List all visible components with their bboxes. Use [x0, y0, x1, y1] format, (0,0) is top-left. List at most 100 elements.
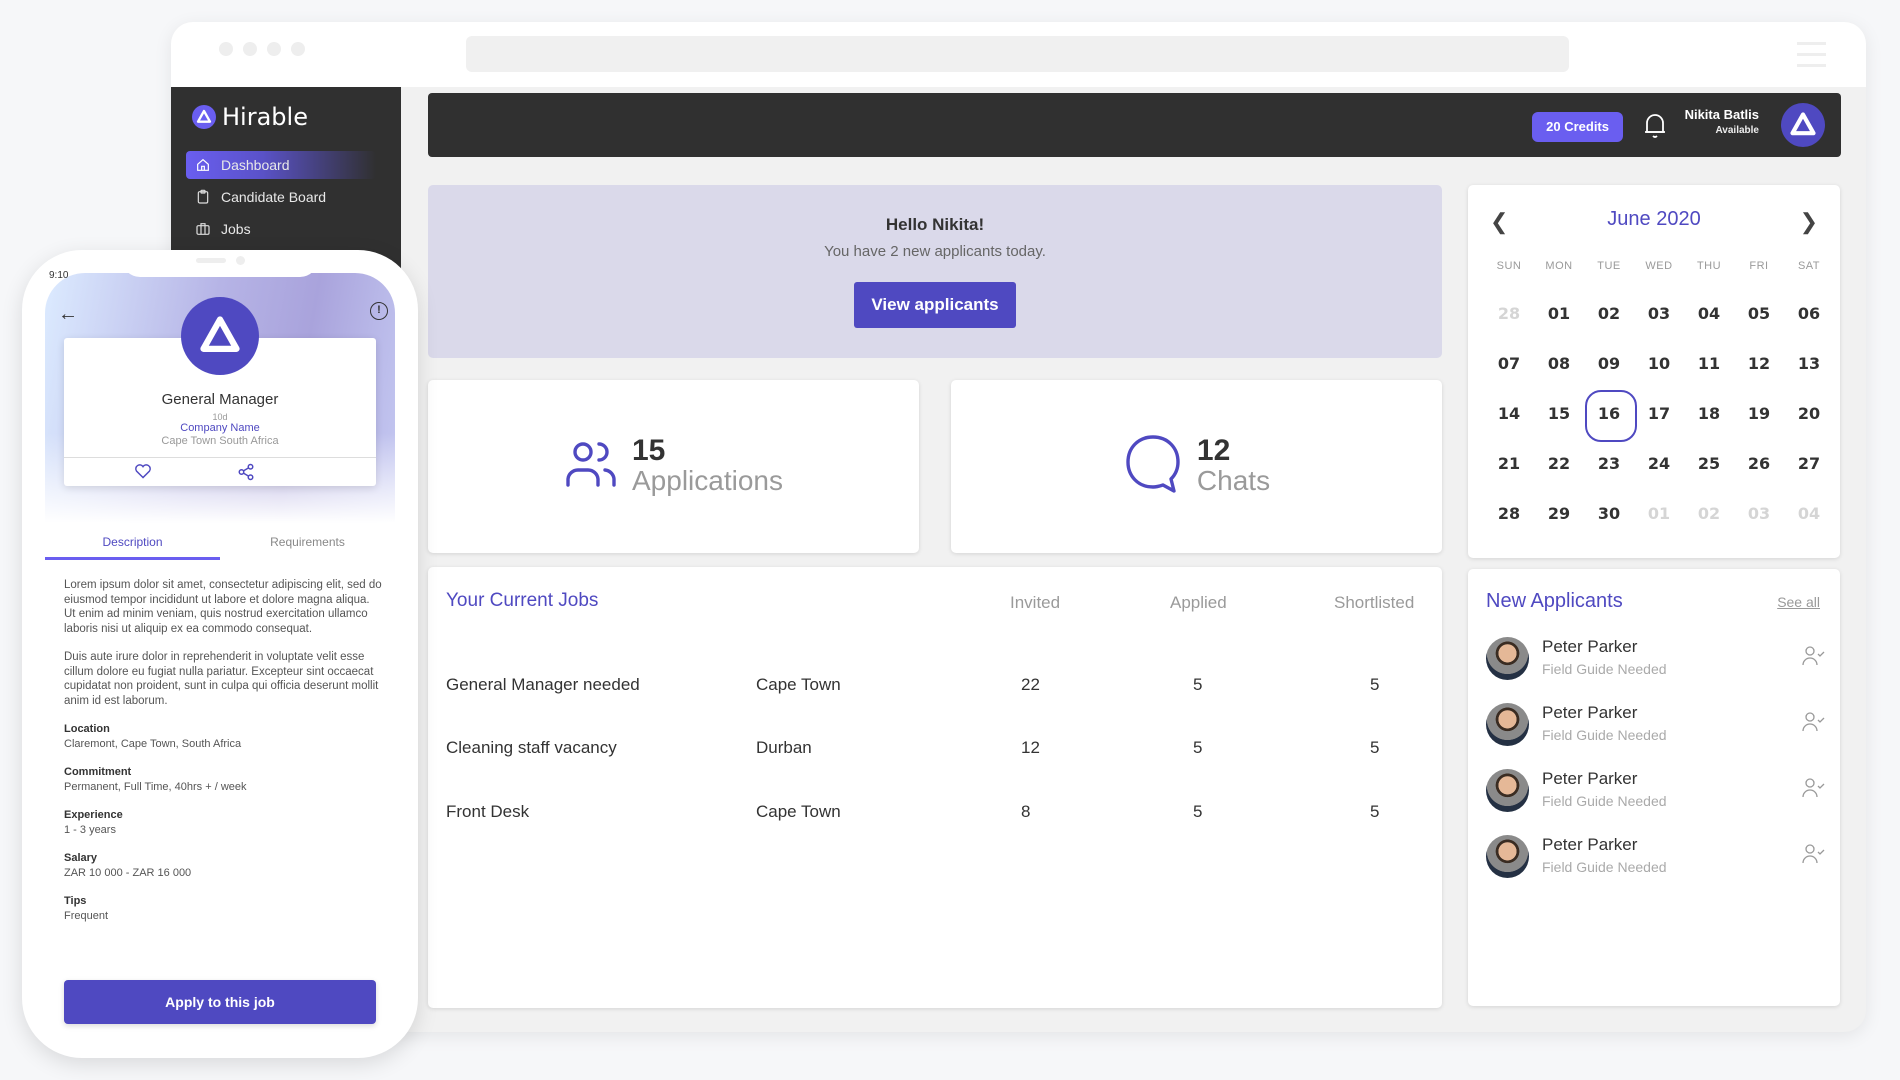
window-dot[interactable]	[267, 42, 281, 56]
job-location: Cape Town	[756, 802, 841, 821]
user-check-icon[interactable]	[1800, 843, 1826, 865]
calendar-day[interactable]: 27	[1784, 450, 1834, 500]
calendar-day[interactable]: 18	[1684, 400, 1734, 450]
job-row[interactable]: Front Desk Cape Town 8 5 5	[428, 802, 1442, 832]
mobile-mockup: 9:10 ← ! General Manager 10d Company Nam…	[22, 250, 418, 1058]
calendar-day[interactable]: 02	[1684, 500, 1734, 550]
current-jobs-card: Your Current Jobs Invited Applied Shortl…	[428, 567, 1442, 1008]
job-actions	[64, 457, 376, 486]
calendar-day[interactable]: 01	[1634, 500, 1684, 550]
calendar-day-selected[interactable]: 16	[1584, 390, 1637, 450]
user-check-icon[interactable]	[1800, 711, 1826, 733]
credits-button[interactable]: 20 Credits	[1532, 112, 1623, 142]
apply-button[interactable]: Apply to this job	[64, 980, 376, 1024]
calendar-day[interactable]: 20	[1784, 400, 1834, 450]
window-dot[interactable]	[243, 42, 257, 56]
description-paragraph: Lorem ipsum dolor sit amet, consectetur …	[64, 579, 382, 635]
applicant-item[interactable]: Peter Parker Field Guide Needed	[1486, 769, 1826, 819]
heart-icon[interactable]	[134, 463, 152, 484]
avatar[interactable]	[1781, 103, 1825, 147]
sidebar-item-jobs[interactable]: Jobs	[186, 215, 376, 243]
applicant-job: Field Guide Needed	[1542, 727, 1667, 743]
calendar-day[interactable]: 26	[1734, 450, 1784, 500]
calendar-day[interactable]: 24	[1634, 450, 1684, 500]
greeting-subtitle: You have 2 new applicants today.	[824, 243, 1046, 260]
chevron-right-icon[interactable]: ❯	[1800, 209, 1818, 235]
applicant-item[interactable]: Peter Parker Field Guide Needed	[1486, 637, 1826, 687]
calendar-day[interactable]: 12	[1734, 350, 1784, 400]
calendar-day[interactable]: 19	[1734, 400, 1784, 450]
tab-description[interactable]: Description	[45, 535, 220, 560]
calendar-day[interactable]: 06	[1784, 300, 1834, 350]
user-info[interactable]: Nikita Batlis Available	[1685, 107, 1759, 136]
users-icon	[564, 439, 618, 494]
column-header-invited: Invited	[1010, 593, 1061, 612]
calendar-day[interactable]: 25	[1684, 450, 1734, 500]
window-dot[interactable]	[219, 42, 233, 56]
sidebar-item-dashboard[interactable]: Dashboard	[186, 151, 376, 179]
chats-stat-card[interactable]: 12 Chats	[951, 380, 1442, 553]
calendar-day[interactable]: 10	[1634, 350, 1684, 400]
job-description: Lorem ipsum dolor sit amet, consectetur …	[64, 578, 384, 937]
job-title: General Manager needed	[446, 675, 640, 694]
company-name[interactable]: Company Name	[64, 422, 376, 434]
detail-label: Experience	[64, 809, 123, 821]
calendar-day[interactable]: 23	[1584, 450, 1634, 500]
calendar-day[interactable]: 01	[1534, 300, 1584, 350]
applicant-item[interactable]: Peter Parker Field Guide Needed	[1486, 835, 1826, 885]
calendar-day[interactable]: 29	[1534, 500, 1584, 550]
applicant-job: Field Guide Needed	[1542, 661, 1667, 677]
job-title: General Manager	[161, 391, 279, 408]
description-paragraph: Duis aute irure dolor in reprehenderit i…	[64, 651, 379, 707]
brand[interactable]: Hirable	[192, 103, 308, 131]
new-applicants-title: New Applicants	[1486, 590, 1623, 612]
detail-label: Salary	[64, 852, 98, 864]
calendar-day[interactable]: 28	[1484, 500, 1534, 550]
applications-stat-card[interactable]: 15 Applications	[428, 380, 919, 553]
calendar-day[interactable]: 03	[1734, 500, 1784, 550]
job-location: Durban	[756, 738, 812, 757]
calendar-day[interactable]: 17	[1634, 400, 1684, 450]
weekday-label: SUN	[1496, 260, 1522, 272]
share-icon[interactable]	[237, 463, 255, 486]
info-icon[interactable]: !	[370, 302, 388, 320]
calendar-grid: SUN MON TUE WED THU FRI SAT 28 01 02 03 04 05 06 07 08 0…	[1484, 260, 1834, 550]
back-arrow-icon[interactable]: ←	[58, 303, 78, 326]
applicant-item[interactable]: Peter Parker Field Guide Needed	[1486, 703, 1826, 753]
calendar-day[interactable]: 08	[1534, 350, 1584, 400]
view-applicants-button[interactable]: View applicants	[854, 282, 1016, 328]
calendar-day[interactable]: 03	[1634, 300, 1684, 350]
current-jobs-title: Your Current Jobs	[446, 590, 599, 611]
calendar-day[interactable]: 04	[1784, 500, 1834, 550]
calendar-day[interactable]: 02	[1584, 300, 1634, 350]
job-row[interactable]: General Manager needed Cape Town 22 5 5	[428, 675, 1442, 705]
calendar-day[interactable]: 28	[1484, 300, 1534, 350]
window-controls	[219, 42, 305, 56]
column-header-applied: Applied	[1170, 593, 1227, 612]
browser-chrome	[171, 22, 1866, 87]
bell-icon[interactable]	[1642, 111, 1668, 139]
calendar-day[interactable]: 15	[1534, 400, 1584, 450]
sidebar-item-candidate-board[interactable]: Candidate Board	[186, 183, 376, 211]
calendar-day[interactable]: 11	[1684, 350, 1734, 400]
chats-count: 12	[1196, 434, 1231, 468]
calendar-day[interactable]: 21	[1484, 450, 1534, 500]
weekday-label: THU	[1696, 260, 1722, 272]
menu-icon[interactable]	[1797, 42, 1826, 75]
user-check-icon[interactable]	[1800, 777, 1826, 799]
calendar-day[interactable]: 14	[1484, 400, 1534, 450]
calendar-day[interactable]: 05	[1734, 300, 1784, 350]
calendar-day[interactable]: 30	[1584, 500, 1634, 550]
job-row[interactable]: Cleaning staff vacancy Durban 12 5 5	[428, 738, 1442, 768]
window-dot[interactable]	[291, 42, 305, 56]
address-bar[interactable]	[466, 36, 1569, 72]
calendar-day[interactable]: 22	[1534, 450, 1584, 500]
job-tabs: Description Requirements	[45, 525, 395, 560]
tab-requirements[interactable]: Requirements	[220, 535, 395, 549]
calendar-day[interactable]: 07	[1484, 350, 1534, 400]
calendar-day[interactable]: 04	[1684, 300, 1734, 350]
user-check-icon[interactable]	[1800, 645, 1826, 667]
applications-count: 15	[632, 434, 666, 468]
see-all-link[interactable]: See all	[1777, 594, 1820, 610]
calendar-day[interactable]: 13	[1784, 350, 1834, 400]
